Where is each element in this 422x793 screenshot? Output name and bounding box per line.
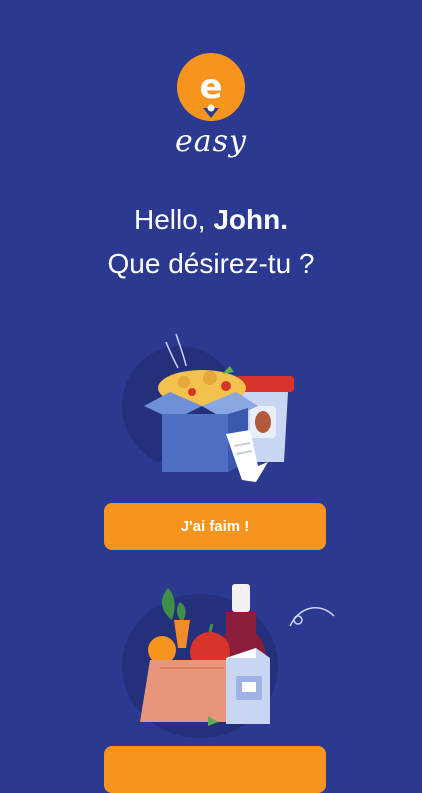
- hungry-button[interactable]: J'ai faim !: [104, 503, 326, 550]
- takeaway-meal-illustration: [122, 333, 294, 482]
- greeting-line: Hello, John.: [0, 198, 422, 242]
- user-name: John.: [213, 204, 289, 235]
- greeting-question: Que désirez-tu ?: [107, 248, 315, 279]
- brand-name: easy: [175, 124, 247, 159]
- greeting-hello: Hello,: [133, 204, 206, 235]
- pin-e-logo-icon: e: [177, 53, 245, 121]
- svg-text:e: e: [199, 67, 222, 107]
- groceries-button[interactable]: [104, 746, 326, 793]
- greeting: Hello, John. Que désirez-tu ?: [0, 198, 422, 286]
- groceries-illustration: [122, 584, 335, 738]
- brand-logo: e easy: [0, 52, 422, 159]
